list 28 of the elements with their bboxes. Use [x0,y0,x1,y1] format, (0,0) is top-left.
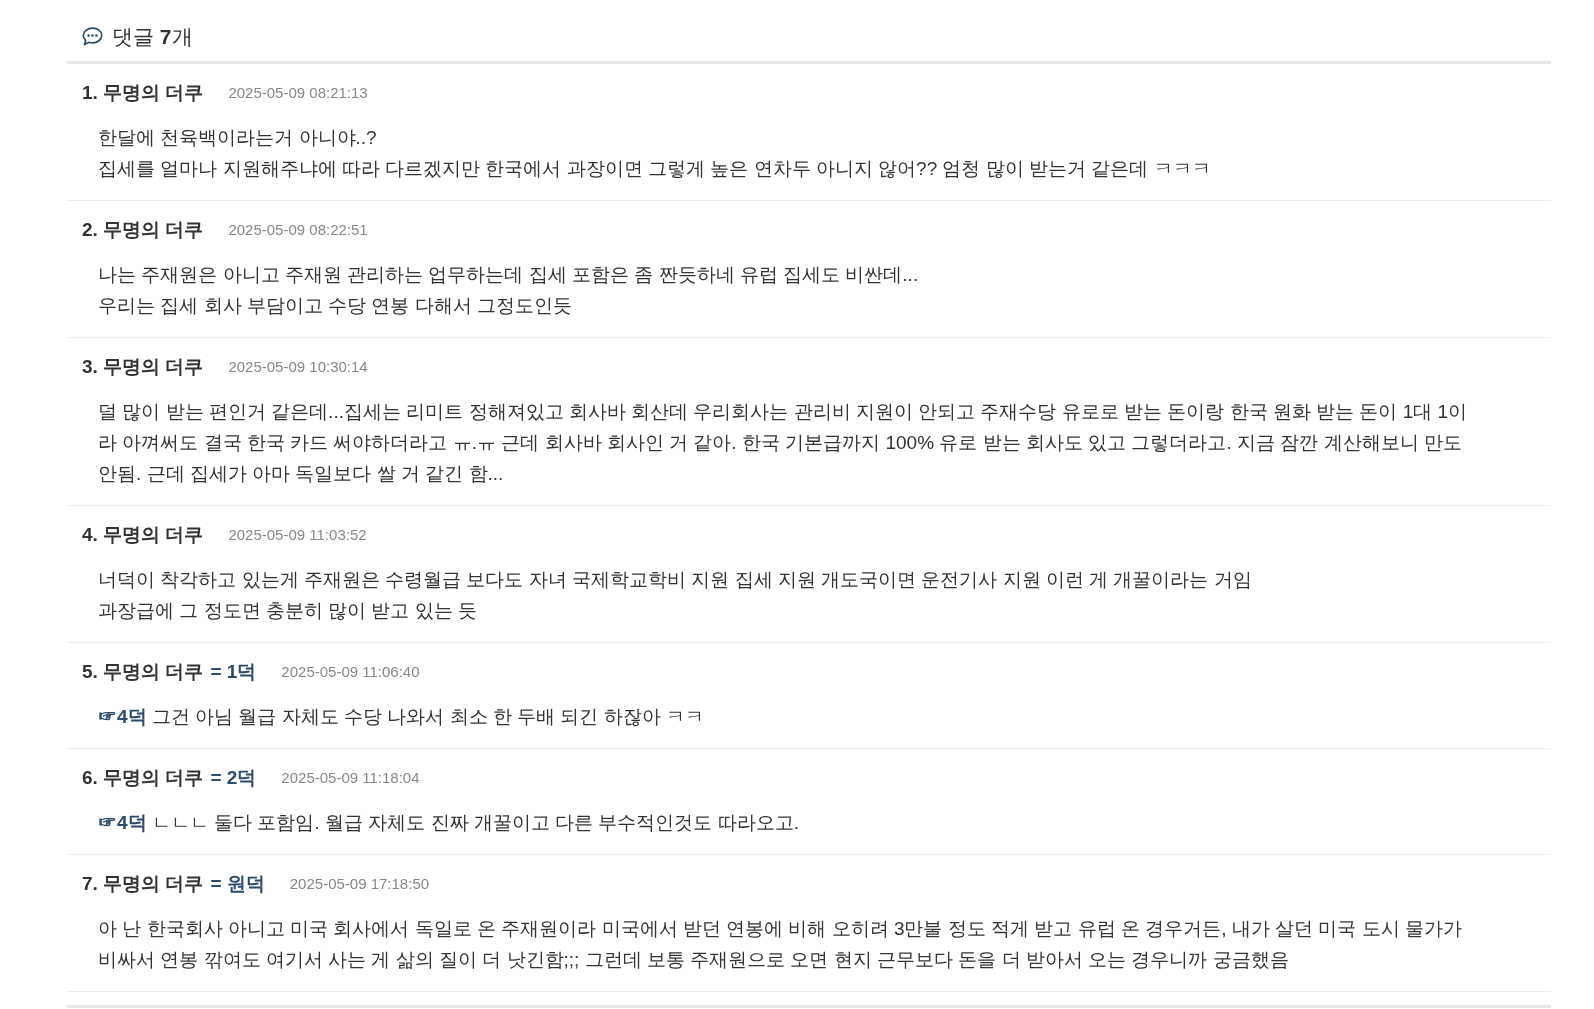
comment-text: 한달에 천육백이라는거 아니야..? 집세를 얼마나 지원해주냐에 따라 다르겠지만 한국에서 과장이면 그렇게 높은 연차두 아니지 않어?? 엄청 많이 받는거 같은데 ㅋㅋㅋ [98,126,1211,181]
comment-author: 4. 무명의 더쿠 [82,523,204,547]
comment-text: ☞4덕 ㄴㄴㄴ 둘다 포함임. 월급 자체도 진짜 개꿀이고 다른 부수적인것도 따라오고. [98,811,799,835]
reply-link[interactable]: ☞4덕 [98,706,147,727]
comment-count-heading: 댓글 7개 [112,23,193,50]
comment-author: 2. 무명의 더쿠 [82,218,204,242]
speech-bubble-icon [82,27,103,46]
comment-author: 7. 무명의 더쿠 [82,872,204,896]
author-tag: = 1덕 [210,659,257,685]
comment-date: 2025-05-09 11:03:52 [228,525,367,545]
comment-author: 3. 무명의 더쿠 [82,355,204,379]
reply-link[interactable]: ☞4덕 [98,812,147,833]
comment-author: 1. 무명의 더쿠 [82,81,204,105]
comment-text: 아 난 한국회사 아니고 미국 회사에서 독일로 온 주재원이라 미국에서 받던 연봉에 비해 오히려 3만불 정도 적게 받고 유럽 온 경우거든, 내가 살던 미국 도시 물가가 비싸서 연봉 깎여도 여기서 사는 게 삶의 질이 더 낫긴함;;; 그런데 보통 주재원으로 오면 현지 근무보다 돈을 더 받아서 오는 경우니까 궁금했음 [98,917,1462,972]
comment-date: 2025-05-09 08:21:13 [228,83,368,103]
comment-date: 2025-05-09 10:30:14 [228,357,368,377]
comment-date: 2025-05-09 11:18:04 [281,768,420,788]
author-tag: = 2덕 [210,765,257,791]
author-tag: = 원덕 [210,871,265,897]
comment-author: 5. 무명의 더쿠 [82,660,204,684]
comment-date: 2025-05-09 08:22:51 [228,220,368,240]
comment-date: 2025-05-09 11:06:40 [281,662,420,682]
comment-text: 나는 주재원은 아니고 주재원 관리하는 업무하는데 집세 포함은 좀 짠듯하네 유럽 집세도 비싼데... 우리는 집세 회사 부담이고 수당 연봉 다해서 그정도인듯 [98,263,919,318]
comment-text: 덜 많이 받는 편인거 같은데...집세는 리미트 정해져있고 회사바 회산데 우리회사는 관리비 지원이 안되고 주재수당 유로로 받는 돈이랑 한국 원화 받는 돈이 1대 1이 라 아껴써도 결국 한국 카드 써야하더라고 ㅠ.ㅠ 근데 회사바 회사인 거 같아. 한국 기본급까지 100% 유로 받는 회사도 있고 그렇더라고. 지금 잠깐 계산해보니 만도 안됨. 근데 집세가 아마 독일보다 쌀 거 같긴 함... [98,400,1468,486]
comment-author: 6. 무명의 더쿠 [82,766,204,790]
comment-date: 2025-05-09 17:18:50 [289,874,430,894]
comment-text: 너덕이 착각하고 있는게 주재원은 수령월급 보다도 자녀 국제학교학비 지원 집세 지원 개도국이면 운전기사 지원 이런 게 개꿀이라는 거임 과장급에 그 정도면 충분히 많이 받고 있는 듯 [98,568,1252,623]
comment-text: ☞4덕 그건 아님 월급 자체도 수당 나와서 최소 한 두배 되긴 하잖아 ㅋㅋ [98,705,704,729]
